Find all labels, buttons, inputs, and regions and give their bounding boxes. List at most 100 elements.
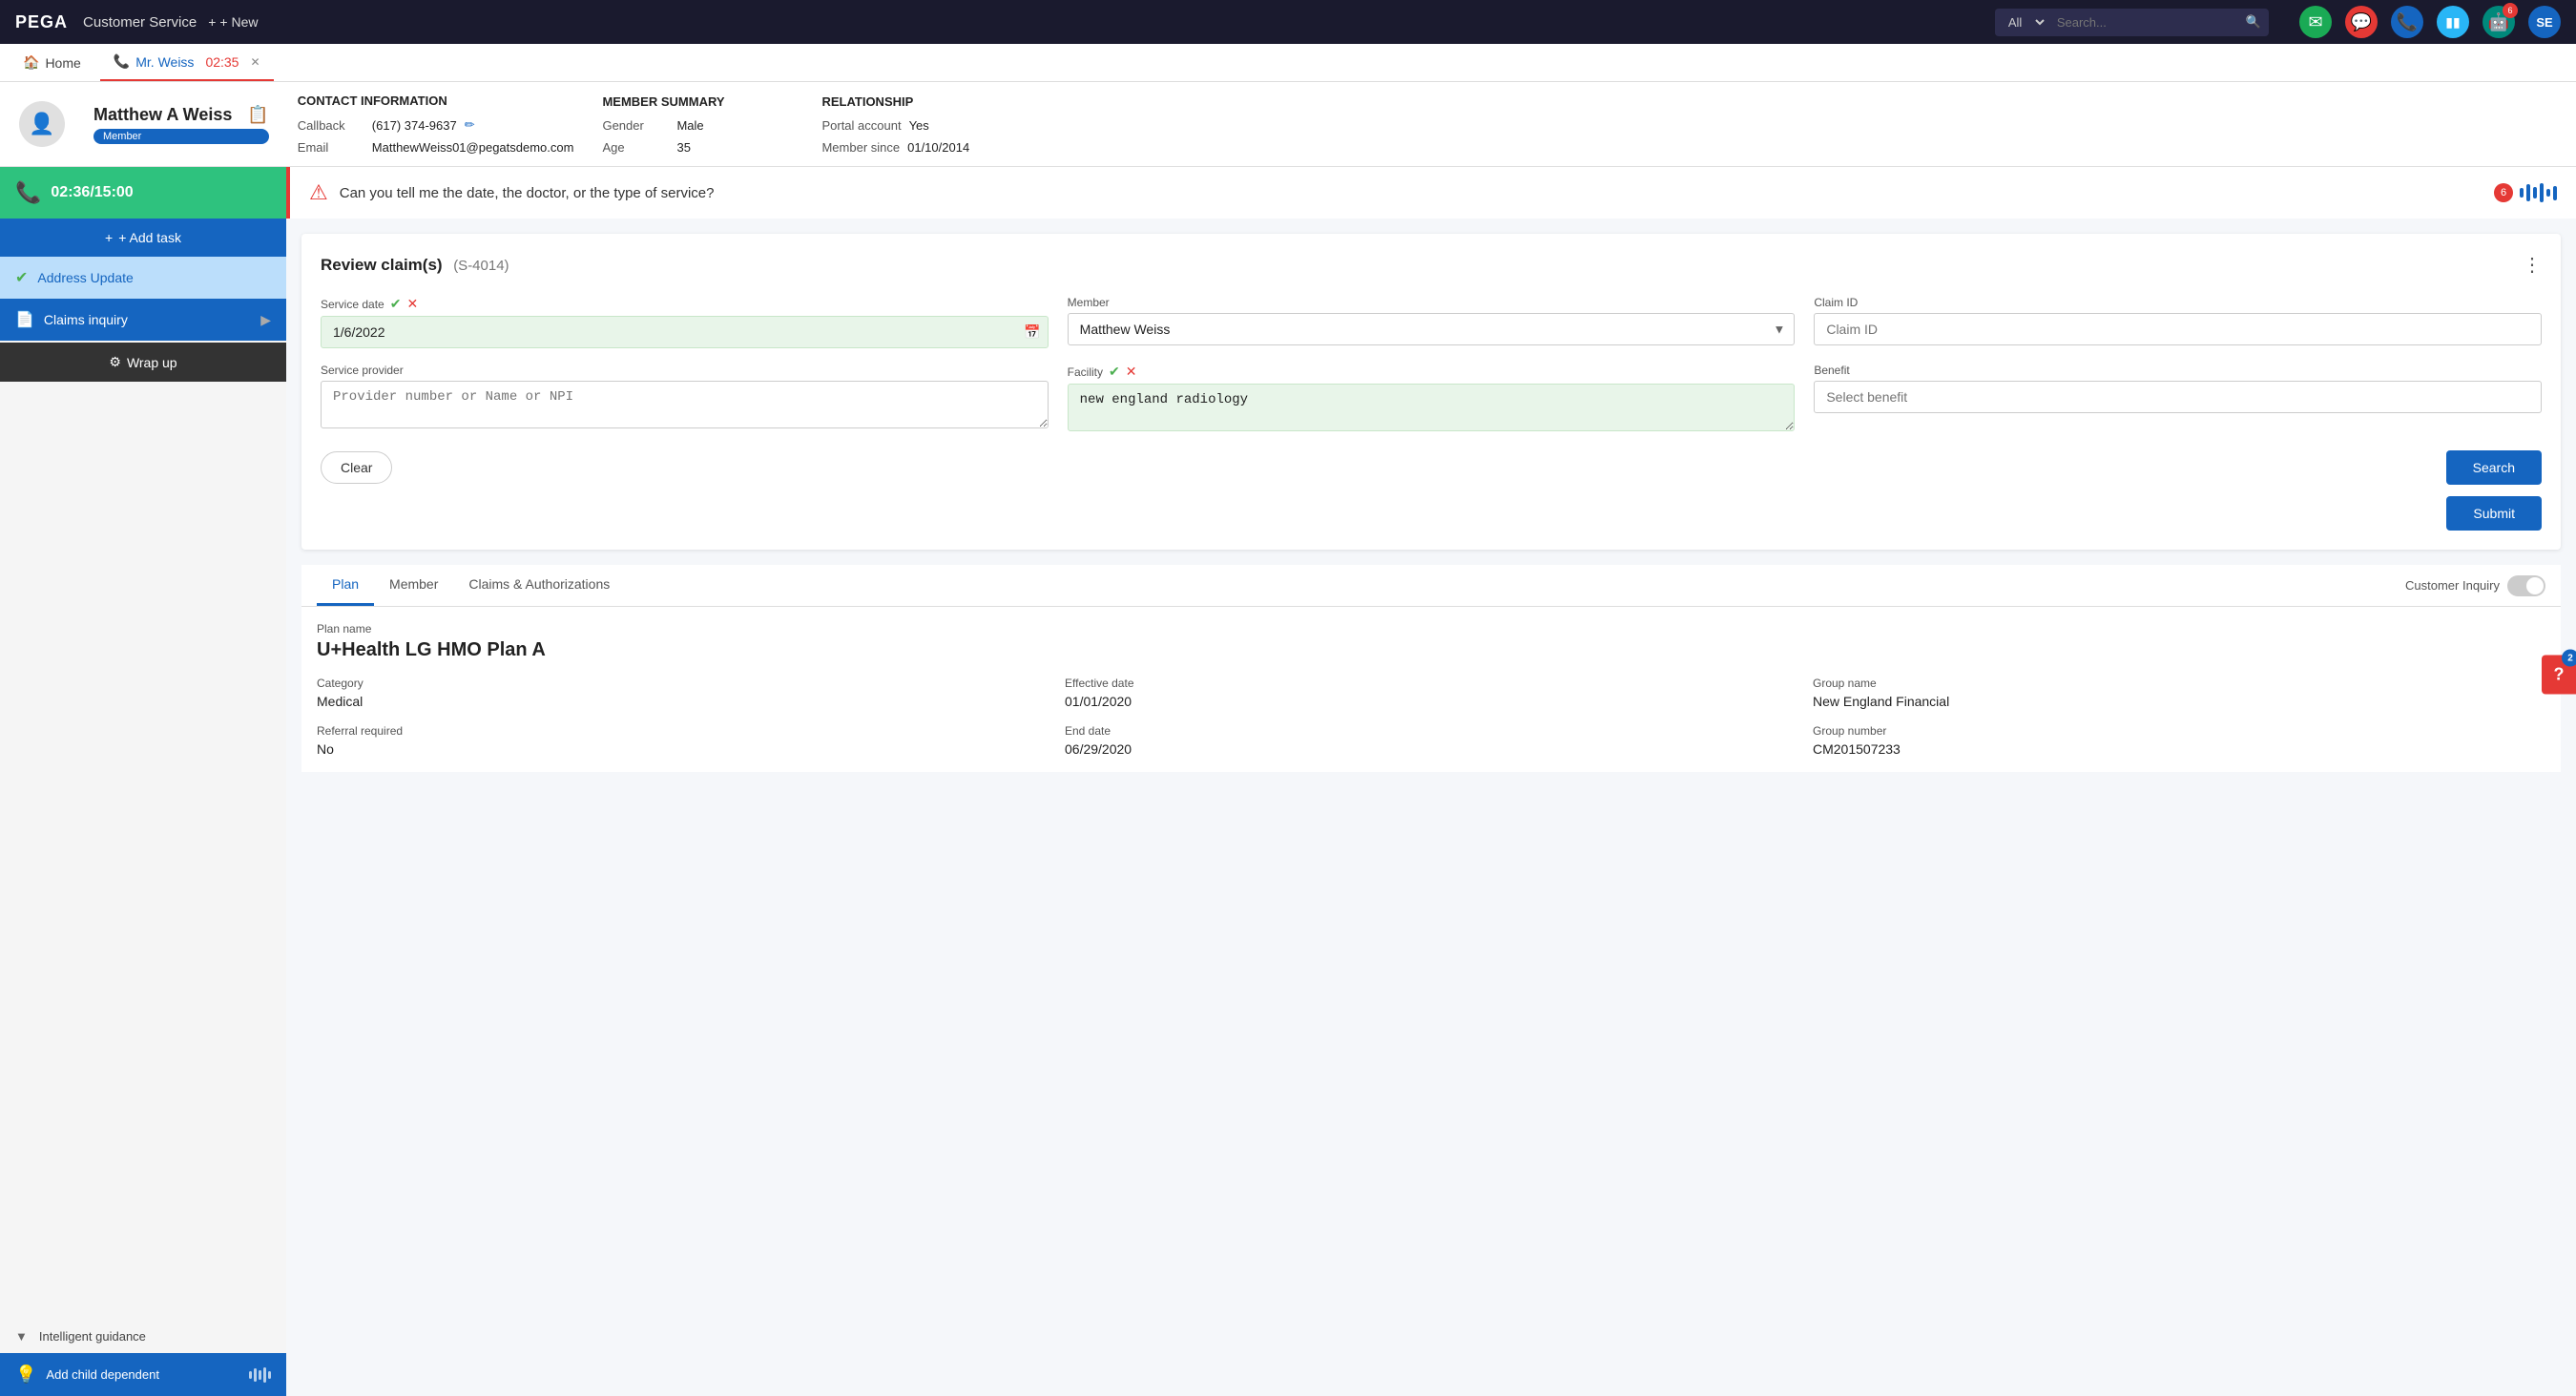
member-since-label: Member since [821, 140, 900, 155]
phone-green-icon: 📞 [15, 180, 41, 205]
email-value: MatthewWeiss01@pegatsdemo.com [372, 140, 574, 155]
callback-label: Callback [298, 118, 364, 133]
tab-bar: 🏠 Home 📞 Mr. Weiss 02:35 ✕ [0, 44, 2576, 82]
sw-bar-1 [2520, 188, 2524, 198]
facility-input[interactable]: new england radiology [1068, 384, 1796, 431]
main-layout: 📞 02:36/15:00 + + Add task ✔ Address Upd… [0, 167, 2576, 1396]
tab-plan[interactable]: Plan [317, 565, 374, 606]
pega-logo: PEGA [15, 12, 68, 32]
claim-id-input[interactable] [1814, 313, 2542, 345]
battery-icon-btn[interactable]: ▮▮ [2437, 6, 2469, 38]
effective-date-label: Effective date [1065, 677, 1797, 690]
member-label: Member [1068, 296, 1796, 309]
chevron-down-icon: ▼ [15, 1329, 28, 1344]
left-sidebar: 📞 02:36/15:00 + + Add task ✔ Address Upd… [0, 167, 286, 1396]
service-date-check-icon: ✔ [390, 296, 402, 312]
plan-name: U+Health LG HMO Plan A [317, 639, 2545, 661]
sidebar-spacer [0, 382, 286, 1320]
chat-bar: ⚠ Can you tell me the date, the doctor, … [286, 167, 2576, 219]
chat-icon-btn[interactable]: 💬 [2345, 6, 2378, 38]
toggle-dot [2526, 577, 2544, 594]
plan-section: Plan Member Claims & Authorizations Cust… [301, 565, 2561, 772]
clear-button[interactable]: Clear [321, 451, 392, 484]
sw-bar-3 [2533, 187, 2537, 198]
member-select-wrapper: ▼ [1068, 313, 1796, 345]
service-date-cross-icon: ✕ [406, 296, 418, 312]
sw-bar-5 [2546, 189, 2550, 197]
member-name: Matthew A Weiss [93, 105, 232, 125]
edit-phone-icon[interactable]: ✏ [465, 117, 475, 133]
email-icon-btn[interactable]: ✉ [2299, 6, 2332, 38]
active-tab-time: 02:35 [205, 54, 239, 70]
nav-icons: ✉ 💬 📞 ▮▮ 🤖 6 SE [2299, 6, 2561, 38]
sidebar-item-add-child-dependent[interactable]: 💡 Add child dependent [0, 1353, 286, 1396]
close-tab-icon[interactable]: ✕ [250, 55, 260, 69]
review-card-title-area: Review claim(s) (S-4014) [321, 256, 509, 275]
help-label: ? [2554, 665, 2565, 684]
group-name-label: Group name [1813, 677, 2545, 690]
search-button[interactable]: Search [2446, 450, 2542, 485]
review-card-title: Review claim(s) [321, 256, 443, 274]
service-date-input[interactable] [321, 316, 1049, 348]
sidebar-item-claims-inquiry[interactable]: 📄 Claims inquiry ▶ [0, 299, 286, 341]
group-name-group: Group name New England Financial [1813, 677, 2545, 709]
member-badge: Member [93, 129, 269, 144]
sw-bar-6 [2553, 186, 2557, 200]
more-options-icon[interactable]: ⋮ [2523, 253, 2542, 277]
claims-inquiry-label: Claims inquiry [44, 312, 128, 327]
plan-tabs: Plan Member Claims & Authorizations Cust… [301, 565, 2561, 607]
email-label: Email [298, 140, 364, 155]
member-summary-section: MEMBER SUMMARY Gender Male Age 35 [602, 94, 793, 155]
search-scope-select[interactable]: All [1995, 9, 2047, 36]
new-label: + New [219, 14, 258, 30]
plan-details-grid: Category Medical Effective date 01/01/20… [317, 677, 2545, 757]
sidebar-item-address-update[interactable]: ✔ Address Update [0, 257, 286, 299]
member-since-row: Member since 01/10/2014 [821, 140, 1012, 155]
search-input[interactable] [2047, 10, 2238, 35]
tab-member[interactable]: Member [374, 565, 453, 606]
app-name: Customer Service [83, 14, 197, 31]
age-row: Age 35 [602, 140, 793, 155]
alert-icon: ⚠ [309, 180, 328, 205]
gender-label: Gender [602, 118, 669, 133]
chat-message: Can you tell me the date, the doctor, or… [340, 185, 2483, 201]
contact-title: CONTACT INFORMATION [298, 94, 574, 108]
benefit-input[interactable] [1814, 381, 2542, 413]
phone-icon-btn[interactable]: 📞 [2391, 6, 2423, 38]
claims-doc-icon: 📄 [15, 310, 34, 329]
address-update-label: Address Update [37, 270, 133, 285]
add-task-button[interactable]: + + Add task [0, 219, 286, 257]
member-input[interactable] [1068, 313, 1796, 345]
weiss-tab[interactable]: 📞 Mr. Weiss 02:35 ✕ [100, 44, 274, 81]
help-button[interactable]: 2 ? [2542, 656, 2576, 695]
summary-title: MEMBER SUMMARY [602, 94, 793, 109]
user-avatar-btn[interactable]: SE [2528, 6, 2561, 38]
plan-content: Plan name U+Health LG HMO Plan A Categor… [301, 607, 2561, 772]
doc-icon[interactable]: 📋 [247, 105, 268, 125]
home-tab[interactable]: 🏠 Home [11, 54, 93, 71]
form-actions: Clear Search [321, 450, 2542, 485]
relationship-title: RELATIONSHIP [821, 94, 1012, 109]
submit-button[interactable]: Submit [2446, 496, 2542, 531]
group-number-value: CM201507233 [1813, 741, 2545, 757]
service-provider-input[interactable] [321, 381, 1049, 428]
customer-inquiry-toggle[interactable] [2507, 575, 2545, 596]
end-date-group: End date 06/29/2020 [1065, 724, 1797, 757]
service-provider-group: Service provider [321, 364, 1049, 431]
phone-tab-icon: 📞 [114, 53, 130, 70]
calendar-icon[interactable]: 📅 [1024, 324, 1040, 341]
search-icon[interactable]: 🔍 [2238, 14, 2269, 30]
facility-label: Facility ✔ ✕ [1068, 364, 1796, 380]
group-name-value: New England Financial [1813, 694, 2545, 709]
help-float: 2 ? [2542, 656, 2576, 695]
wrap-up-button[interactable]: ⚙ Wrap up [0, 343, 286, 382]
bot-icon-btn[interactable]: 🤖 6 [2483, 6, 2515, 38]
sound-wave: 6 [2494, 183, 2557, 202]
benefit-input-wrapper [1814, 381, 2542, 413]
new-button[interactable]: + + New [208, 14, 258, 30]
tab-claims-authorizations[interactable]: Claims & Authorizations [453, 565, 625, 606]
group-number-group: Group number CM201507233 [1813, 724, 2545, 757]
service-date-group: Service date ✔ ✕ 📅 [321, 296, 1049, 348]
intelligent-guidance-section[interactable]: ▼ Intelligent guidance [0, 1320, 286, 1353]
member-since-value: 01/10/2014 [907, 140, 969, 155]
